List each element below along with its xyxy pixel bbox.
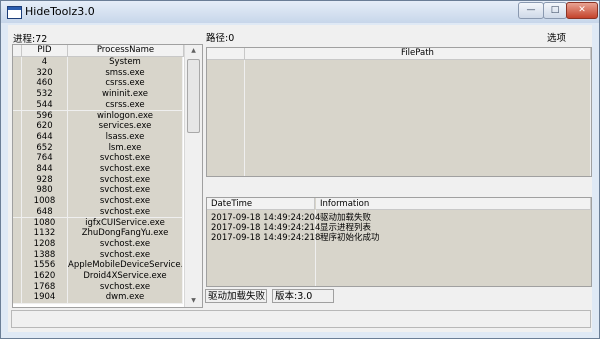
table-row[interactable]: 764 svchost.exe — [13, 153, 183, 165]
process-name-cell: dwm.exe — [68, 292, 183, 305]
table-row[interactable]: 1556 AppleMobileDeviceService... — [13, 260, 183, 272]
information-column-header[interactable]: Information — [316, 198, 591, 210]
client-area: 进程:72 PID ProcessName 4 System 320 smss.exe… — [8, 25, 592, 332]
log-table[interactable]: DateTime Information 2017-09-18 14:49:24… — [206, 197, 592, 287]
row-selector[interactable] — [13, 292, 22, 305]
log-information: 驱动加载失败 — [320, 213, 372, 223]
log-information: 程序初始化成功 — [320, 233, 380, 243]
select-column-header[interactable] — [13, 45, 22, 57]
table-row[interactable]: 1768 svchost.exe — [13, 281, 183, 294]
filepath-column-header[interactable]: FilePath — [245, 48, 591, 60]
app-window-icon — [7, 6, 22, 19]
scroll-up-arrow-icon[interactable]: ▲ — [185, 45, 202, 57]
table-row[interactable]: 980 svchost.exe — [13, 185, 183, 198]
app-window: HideToolz3.0 — □ ✕ 进程:72 PID ProcessName… — [0, 0, 600, 339]
pid-column-header[interactable]: PID — [22, 45, 68, 57]
scrollbar-thumb[interactable] — [187, 59, 200, 133]
path-count-label: 路径:0 — [206, 33, 235, 44]
driver-status-box: 驱动加载失败 — [205, 289, 267, 303]
table-row[interactable]: 620 services.exe — [13, 121, 183, 133]
log-row[interactable]: 2017-09-18 14:49:24:214 显示进程列表 — [207, 223, 591, 233]
pid-cell: 1904 — [22, 292, 68, 305]
process-table[interactable]: PID ProcessName 4 System 320 smss.exe 460 csr… — [12, 44, 203, 308]
log-row[interactable]: 2017-09-18 14:49:24:218 程序初始化成功 — [207, 233, 591, 243]
maximize-button[interactable]: □ — [543, 2, 567, 19]
log-datetime: 2017-09-18 14:49:24:204 — [211, 213, 321, 223]
table-row[interactable]: 652 lsm.exe — [13, 142, 183, 155]
table-row[interactable]: 1904 dwm.exe — [13, 292, 183, 305]
table-row[interactable]: 320 smss.exe — [13, 67, 183, 80]
table-row[interactable]: 1388 svchost.exe — [13, 249, 183, 262]
table-row[interactable]: 1008 svchost.exe — [13, 196, 183, 208]
table-row[interactable]: 844 svchost.exe — [13, 164, 183, 176]
log-information: 显示进程列表 — [320, 223, 372, 233]
table-row[interactable]: 648 svchost.exe — [13, 206, 183, 219]
filepath-empty-cell — [207, 165, 245, 176]
log-datetime: 2017-09-18 14:49:24:218 — [211, 233, 321, 243]
minimize-button[interactable]: — — [518, 2, 544, 19]
datetime-column-header[interactable]: DateTime — [207, 198, 315, 210]
title-bar[interactable]: HideToolz3.0 — □ ✕ — [1, 1, 599, 23]
process-table-scrollbar[interactable]: ▲ ▼ — [184, 45, 202, 307]
scroll-down-arrow-icon[interactable]: ▼ — [185, 295, 202, 307]
filepath-empty-cell — [245, 165, 591, 176]
table-row[interactable]: 544 csrss.exe — [13, 99, 183, 112]
filepath-table[interactable]: FilePath — [206, 47, 592, 177]
window-title: HideToolz3.0 — [25, 5, 95, 18]
process-name-column-header[interactable]: ProcessName — [68, 45, 184, 57]
table-row[interactable]: 460 csrss.exe — [13, 78, 183, 91]
path-select-column-header[interactable] — [207, 48, 245, 60]
table-row[interactable]: 1132 ZhuDongFangYu.exe — [13, 228, 183, 240]
table-row[interactable]: 928 svchost.exe — [13, 174, 183, 187]
table-row[interactable]: 644 lsass.exe — [13, 131, 183, 144]
status-bar — [11, 310, 591, 328]
table-row[interactable]: 596 winlogon.exe — [13, 110, 183, 123]
table-row[interactable]: 1080 igfxCUIService.exe — [13, 217, 183, 230]
options-menu[interactable]: 选项 — [547, 30, 566, 44]
table-row[interactable]: 1208 svchost.exe — [13, 238, 183, 251]
table-row[interactable]: 1620 Droid4XService.exe — [13, 271, 183, 283]
table-row[interactable]: 4 System — [13, 57, 183, 69]
log-row[interactable]: 2017-09-18 14:49:24:204 驱动加载失败 — [207, 213, 591, 223]
close-button[interactable]: ✕ — [566, 2, 598, 19]
log-datetime: 2017-09-18 14:49:24:214 — [211, 223, 321, 233]
table-row[interactable]: 532 wininit.exe — [13, 89, 183, 101]
version-status-box: 版本:3.0 — [272, 289, 334, 303]
process-count-label: 进程:72 — [13, 34, 48, 45]
